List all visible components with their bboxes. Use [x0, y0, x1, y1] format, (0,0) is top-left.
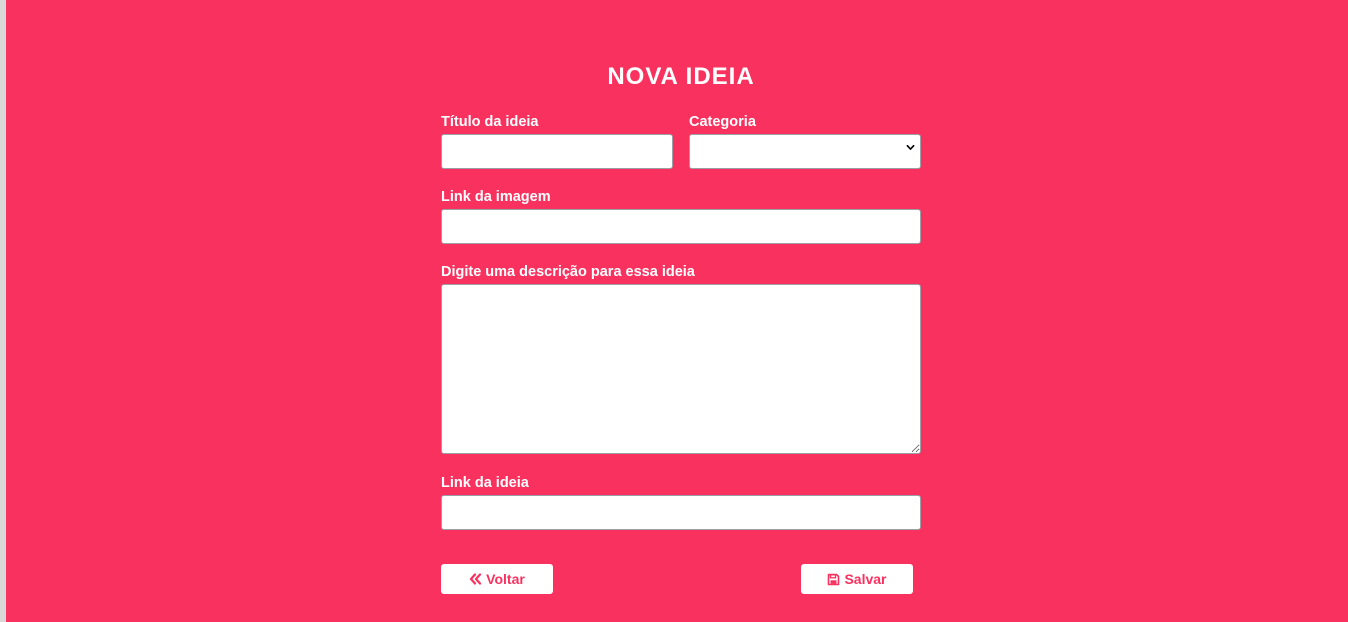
image-link-field: Link da imagem: [441, 189, 921, 244]
window-edge: [0, 0, 6, 622]
double-chevron-left-icon: [470, 573, 482, 585]
back-button-label: Voltar: [486, 571, 525, 587]
idea-link-label: Link da ideia: [441, 475, 529, 491]
category-field: Categoria: [689, 114, 921, 169]
description-field: Digite uma descrição para essa ideia: [441, 264, 921, 454]
chevron-down-icon: [906, 144, 915, 150]
save-button[interactable]: Salvar: [801, 564, 913, 594]
floppy-disk-icon: [828, 573, 840, 585]
page-title: NOVA IDEIA: [607, 63, 755, 90]
image-link-input[interactable]: [441, 209, 921, 244]
idea-title-input[interactable]: [441, 134, 673, 169]
category-label: Categoria: [689, 114, 756, 130]
idea-link-field: Link da ideia: [441, 475, 921, 530]
form-actions: Voltar Salvar: [441, 564, 921, 594]
description-label: Digite uma descrição para essa ideia: [441, 264, 695, 280]
save-button-label: Salvar: [844, 571, 887, 587]
category-select-box[interactable]: [689, 134, 921, 169]
idea-title-field: Título da ideia: [441, 114, 673, 169]
category-select[interactable]: [689, 134, 921, 169]
image-link-label: Link da imagem: [441, 189, 551, 205]
idea-title-label: Título da ideia: [441, 114, 539, 130]
title-category-row: Título da ideia Categoria: [441, 114, 921, 169]
description-textarea[interactable]: [441, 284, 921, 454]
new-idea-form: NOVA IDEIA Título da ideia Categoria Lin…: [441, 58, 921, 594]
idea-link-input[interactable]: [441, 495, 921, 530]
back-button[interactable]: Voltar: [441, 564, 553, 594]
